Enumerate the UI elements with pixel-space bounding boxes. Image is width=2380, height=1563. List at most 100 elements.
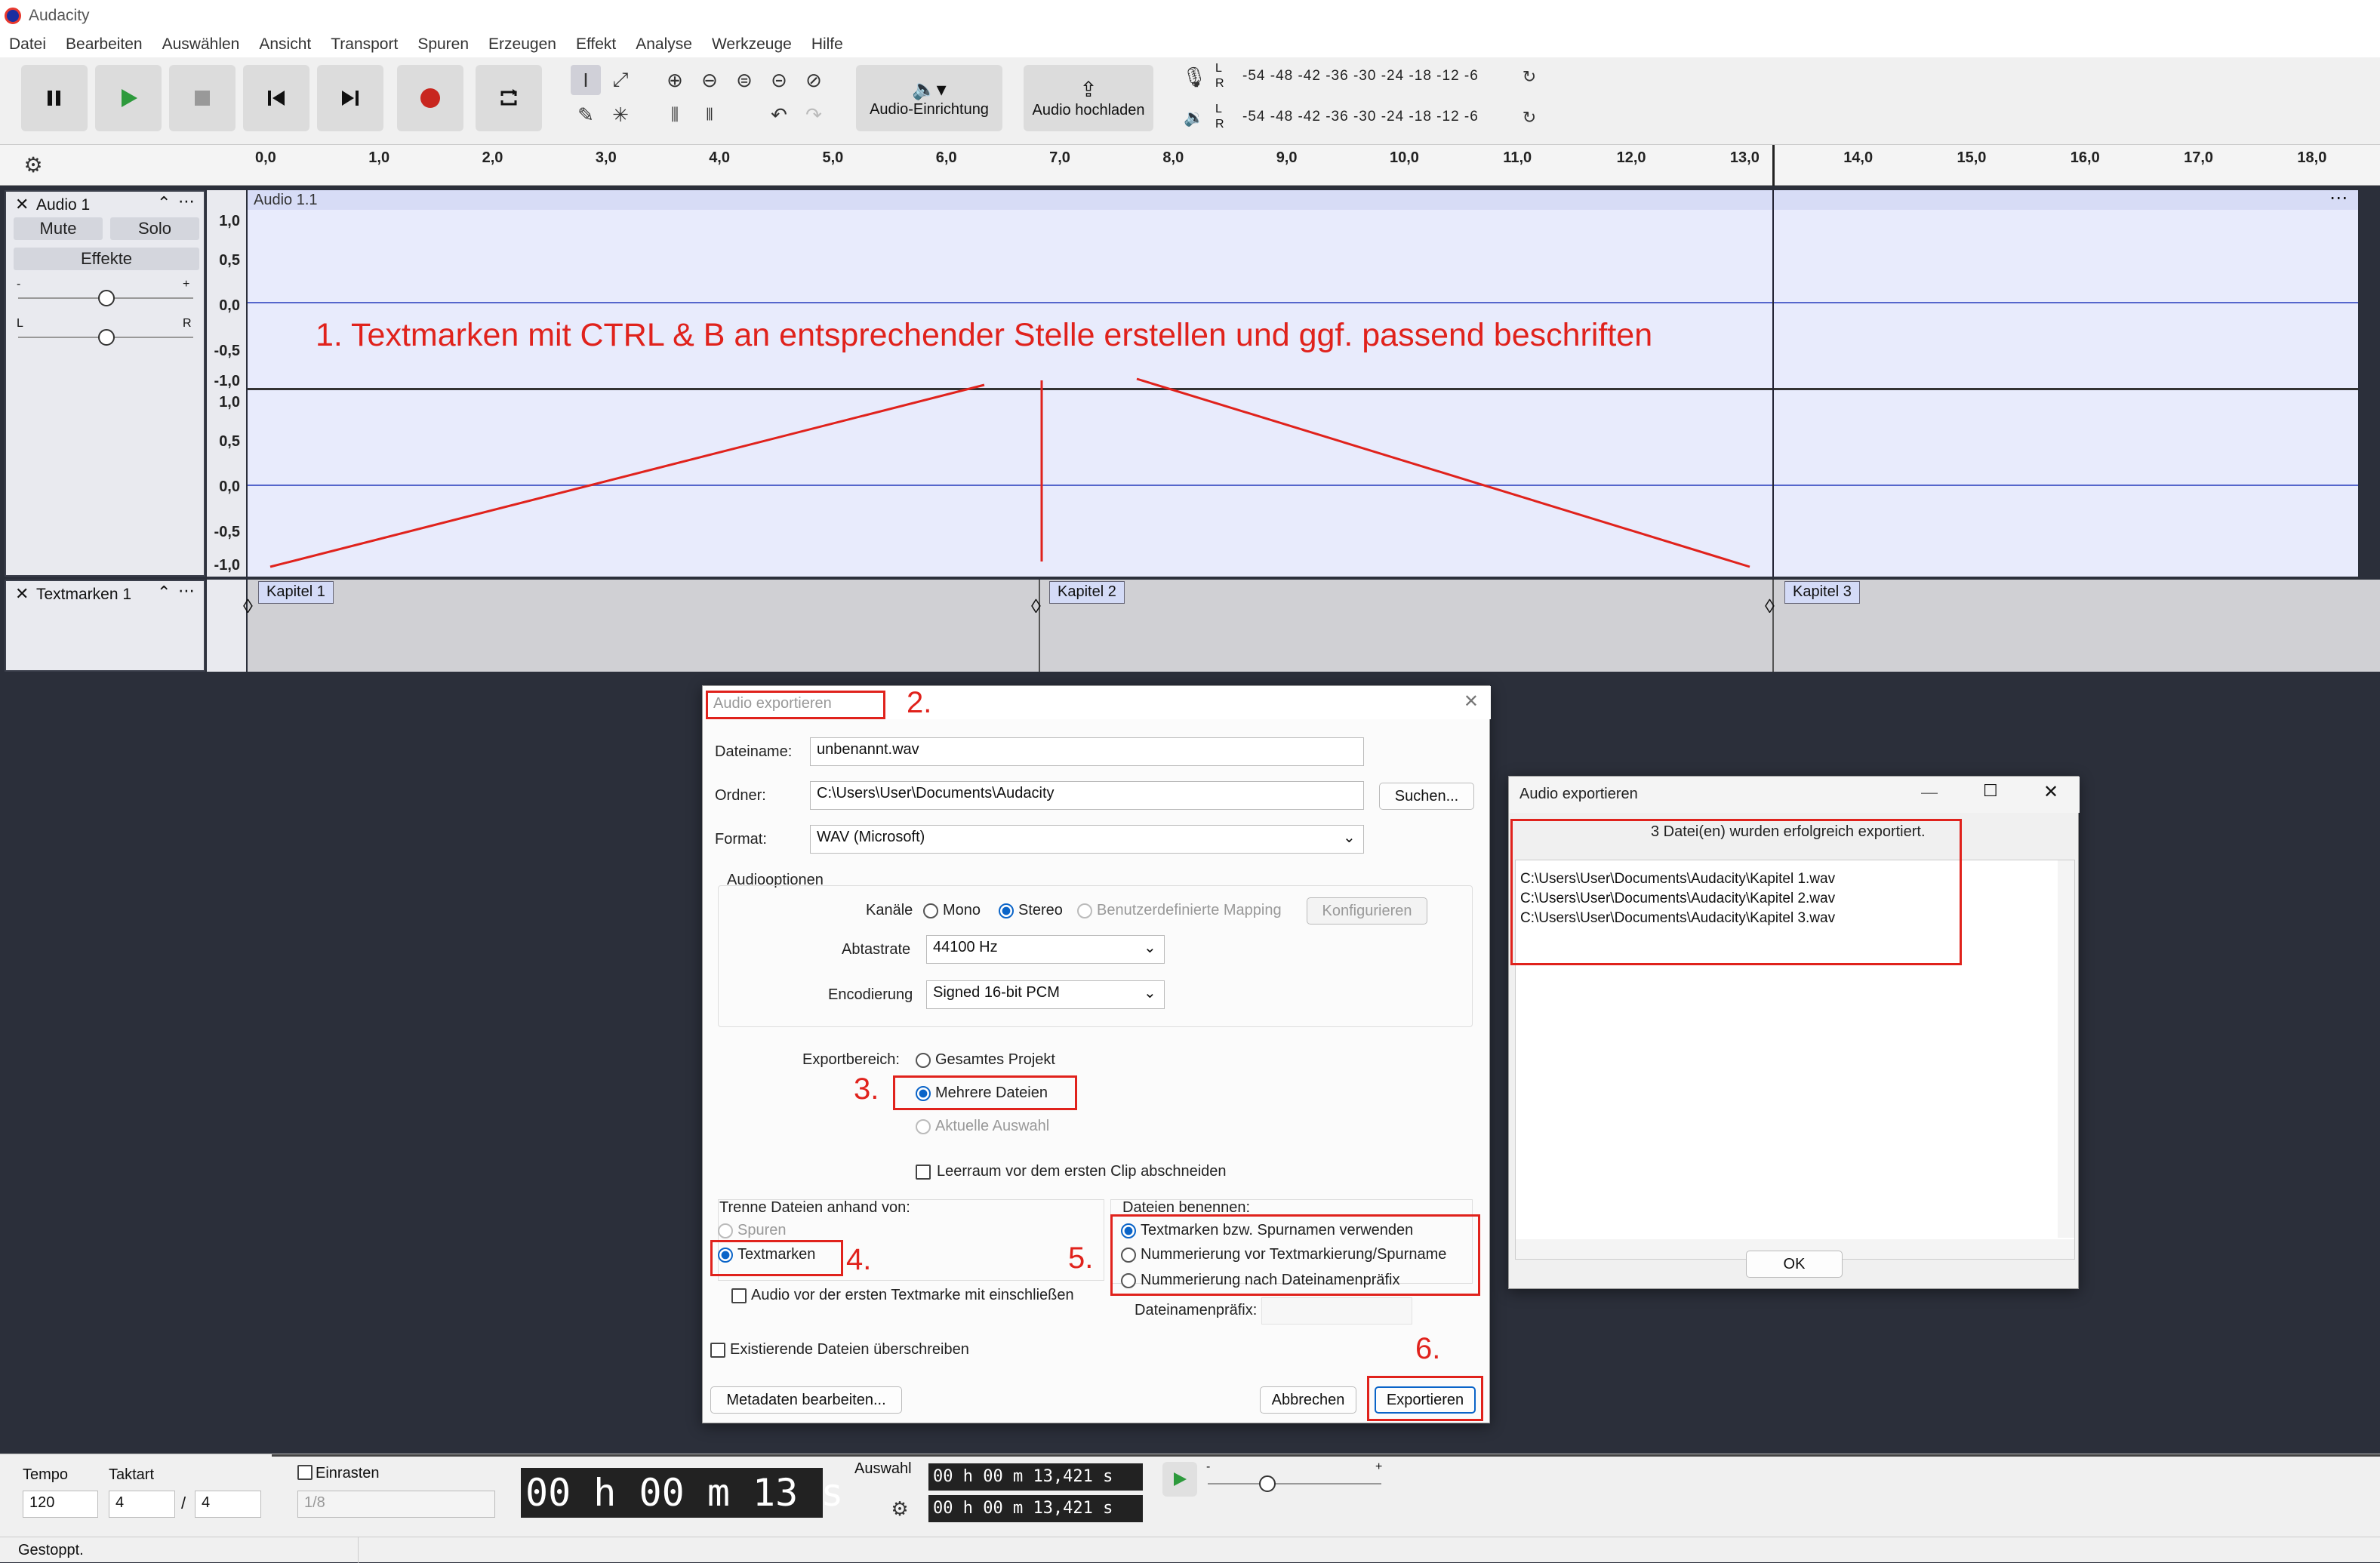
playhead-marker[interactable] — [1772, 145, 1775, 186]
label-kapitel-1[interactable]: Kapitel 1 — [258, 581, 334, 604]
current-selection-radio[interactable] — [916, 1119, 931, 1134]
mono-label: Mono — [943, 902, 981, 918]
horizontal-scrollbar-track[interactable] — [272, 1454, 2380, 1457]
browse-button[interactable]: Suchen... — [1379, 783, 1474, 810]
zoom-in-icon[interactable]: ⊕ — [660, 65, 690, 95]
stop-button[interactable] — [169, 65, 236, 131]
time-signature-denominator[interactable]: 4 — [195, 1491, 261, 1518]
menu-effect[interactable]: Effekt — [576, 35, 616, 54]
label-kapitel-2[interactable]: Kapitel 2 — [1049, 581, 1125, 604]
fit-project-icon[interactable]: ⊝ — [764, 65, 794, 95]
label-track-name[interactable]: Textmarken 1 — [36, 586, 131, 604]
overwrite-checkbox[interactable] — [710, 1343, 725, 1358]
selection-start[interactable]: 00 h 00 m 13,421 s — [928, 1463, 1143, 1491]
folder-input[interactable]: C:\Users\User\Documents\Audacity — [810, 781, 1364, 810]
time-display[interactable]: 00 h 00 m 13 s — [521, 1468, 843, 1518]
close-icon[interactable]: ✕ — [2043, 781, 2058, 803]
pause-button[interactable] — [21, 65, 88, 131]
select-tool-icon[interactable]: I — [571, 65, 601, 95]
snap-checkbox[interactable] — [297, 1465, 313, 1480]
snap-select[interactable]: 1/8 — [297, 1491, 495, 1518]
label-track-lane[interactable]: Kapitel 1 Kapitel 2 Kapitel 3 ◊ ◊ ◊ — [243, 580, 2380, 672]
export-result-dialog: Audio exportieren — ☐ ✕ 3 Datei(en) wurd… — [1508, 776, 2080, 1289]
split-tracks-radio[interactable] — [718, 1223, 733, 1238]
mono-radio[interactable] — [923, 903, 938, 918]
zoom-toggle-icon[interactable]: ⊘ — [799, 65, 829, 95]
playback-meter-menu-icon[interactable]: ↻ — [1514, 103, 1544, 133]
fit-selection-icon[interactable]: ⊜ — [729, 65, 759, 95]
stereo-label: Stereo — [1018, 902, 1063, 918]
timeline-ruler[interactable]: ⚙ 0,0 1,0 2,0 3,0 4,0 5,0 6,0 7,0 8,0 9,0 10,0 11,0… — [0, 145, 2380, 186]
vertical-scrollbar[interactable] — [2058, 860, 2074, 1238]
prefix-input[interactable] — [1261, 1297, 1412, 1325]
time-signature-separator: / — [181, 1494, 186, 1512]
menu-file[interactable]: Datei — [9, 35, 46, 54]
stereo-radio[interactable] — [999, 903, 1014, 918]
trim-blank-checkbox[interactable] — [916, 1165, 931, 1180]
configure-button[interactable]: Konfigurieren — [1307, 897, 1427, 925]
silence-audio-icon[interactable]: ⫴ — [694, 100, 725, 130]
playback-speed-slider[interactable] — [1208, 1483, 1381, 1485]
record-meter-scale[interactable]: -54 -48 -42 -36 -30 -24 -18 -12 -6 — [1242, 68, 1479, 85]
label-handle-icon[interactable]: ◊ — [243, 595, 253, 618]
menu-tracks[interactable]: Spuren — [417, 35, 469, 54]
microphone-icon[interactable]: 🎙 — [1179, 62, 1209, 92]
selection-end[interactable]: 00 h 00 m 13,421 s — [928, 1495, 1143, 1522]
record-meter-menu-icon[interactable]: ↻ — [1514, 62, 1544, 92]
play-at-speed-button[interactable] — [1162, 1462, 1197, 1497]
menu-view[interactable]: Ansicht — [259, 35, 311, 54]
multi-tool-icon[interactable]: ✳ — [605, 100, 636, 130]
record-button[interactable] — [397, 65, 463, 131]
menu-tools[interactable]: Werkzeuge — [712, 35, 792, 54]
tempo-input[interactable]: 120 — [23, 1491, 98, 1518]
whole-project-radio[interactable] — [916, 1053, 931, 1068]
chevron-down-icon: ⌄ — [1343, 829, 1356, 846]
filename-input[interactable]: unbenannt.wav — [810, 737, 1364, 766]
undo-icon[interactable]: ↶ — [764, 100, 794, 130]
custom-mapping-radio[interactable] — [1077, 903, 1092, 918]
draw-tool-icon[interactable]: ✎ — [571, 100, 601, 130]
audio-setup-button[interactable]: 🔈▾ Audio-Einrichtung — [856, 65, 1002, 131]
cancel-button[interactable]: Abbrechen — [1260, 1386, 1356, 1414]
redo-icon[interactable]: ↷ — [799, 100, 829, 130]
format-label: Format: — [715, 831, 767, 848]
label-track-menu-icon[interactable]: ⋯ — [178, 581, 195, 601]
audio-share-button[interactable]: ⇪ Audio hochladen — [1024, 65, 1153, 131]
ok-button[interactable]: OK — [1746, 1251, 1843, 1278]
maximize-icon[interactable]: ☐ — [1983, 781, 1998, 801]
playback-speed-thumb[interactable] — [1259, 1475, 1276, 1492]
label-handle-icon[interactable]: ◊ — [1031, 595, 1041, 618]
ruler-tick-label: 5,0 — [822, 149, 844, 166]
selection-settings-gear-icon[interactable]: ⚙ — [885, 1494, 915, 1524]
playback-speaker-icon[interactable]: 🔉 — [1179, 103, 1209, 133]
loop-button[interactable] — [476, 65, 542, 131]
label-kapitel-3[interactable]: Kapitel 3 — [1784, 581, 1860, 604]
close-icon[interactable]: ✕ — [1464, 691, 1479, 712]
menu-help[interactable]: Hilfe — [811, 35, 843, 54]
collapse-label-track-icon[interactable]: ⌃ — [157, 583, 171, 602]
highlight-result — [1510, 819, 1962, 965]
encoding-select[interactable]: Signed 16-bit PCM — [926, 980, 1165, 1009]
format-select[interactable]: WAV (Microsoft) — [810, 825, 1364, 854]
timeline-settings-gear-icon[interactable]: ⚙ — [18, 149, 48, 180]
include-before-checkbox[interactable] — [731, 1288, 747, 1303]
close-label-track-icon[interactable]: ✕ — [15, 584, 29, 604]
trim-audio-icon[interactable]: ⫼ — [660, 100, 690, 130]
menu-analyze[interactable]: Analyse — [636, 35, 692, 54]
edit-metadata-button[interactable]: Metadaten bearbeiten... — [710, 1386, 902, 1414]
play-button[interactable] — [95, 65, 162, 131]
envelope-tool-icon[interactable]: ⤢ — [605, 65, 636, 95]
sample-rate-select[interactable]: 44100 Hz — [926, 935, 1165, 964]
zoom-out-icon[interactable]: ⊖ — [694, 65, 725, 95]
label-handle-icon[interactable]: ◊ — [1765, 595, 1775, 618]
time-signature-label: Taktart — [109, 1466, 155, 1483]
playback-meter-scale[interactable]: -54 -48 -42 -36 -30 -24 -18 -12 -6 — [1242, 109, 1479, 125]
menu-transport[interactable]: Transport — [331, 35, 398, 54]
menu-generate[interactable]: Erzeugen — [488, 35, 556, 54]
menu-select[interactable]: Auswählen — [162, 35, 240, 54]
time-signature-numerator[interactable]: 4 — [109, 1491, 175, 1518]
skip-start-button[interactable] — [243, 65, 309, 131]
menu-edit[interactable]: Bearbeiten — [66, 35, 143, 54]
minimize-icon[interactable]: — — [1921, 783, 1938, 802]
skip-end-button[interactable] — [317, 65, 383, 131]
